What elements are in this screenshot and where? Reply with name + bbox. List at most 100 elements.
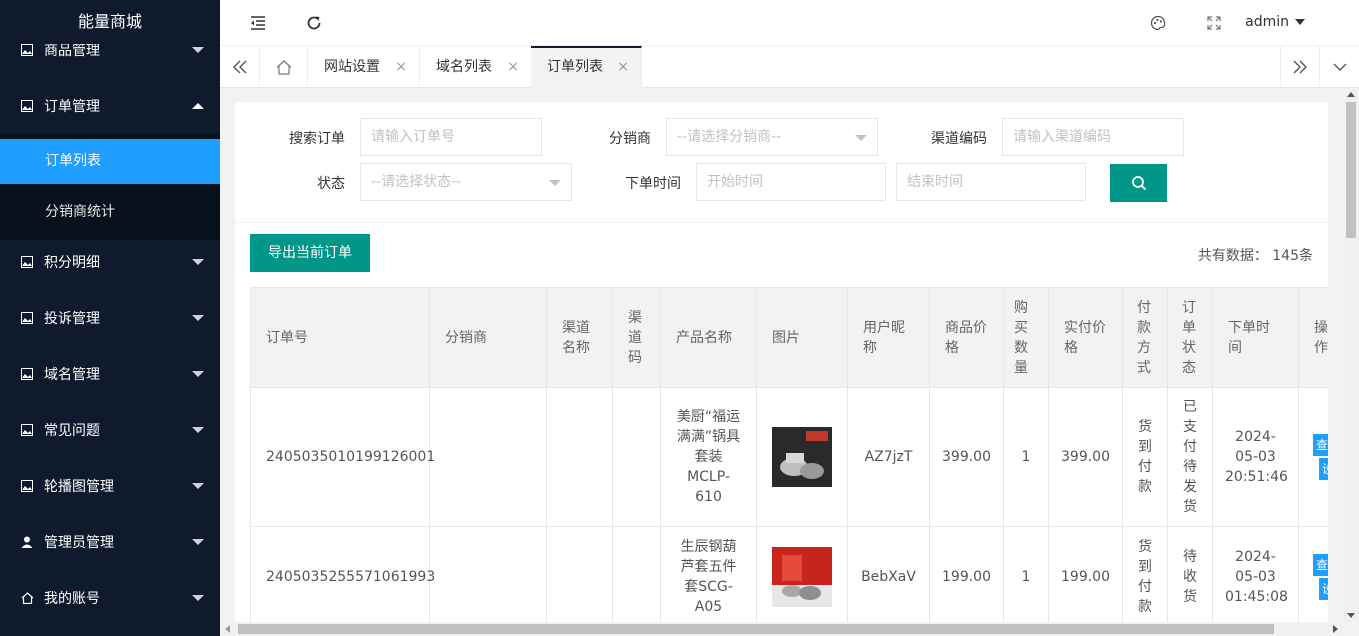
sidebar-item-complaints[interactable]: 投诉管理 <box>0 290 220 346</box>
sidebar-item-my-account[interactable]: 我的账号 <box>0 570 220 626</box>
sidebar-subitem-order-list[interactable]: 订单列表 <box>0 139 220 184</box>
scroll-up-icon[interactable] <box>1347 92 1355 97</box>
actions-cell: 查看 设置 <box>1298 387 1328 527</box>
column-header: 订单号 <box>250 287 430 388</box>
sidebar-item-orders[interactable]: 订单管理 <box>0 78 220 134</box>
tab-bar: 网站设置 × 域名列表 × 订单列表 × <box>220 46 1359 88</box>
view-button[interactable]: 查看 <box>1313 553 1328 576</box>
quantity-cell: 1 <box>1003 387 1049 527</box>
order-time-cell: 2024-05-03 20:51:46 <box>1212 387 1299 527</box>
sidebar-item-admins[interactable]: 管理员管理 <box>0 514 220 570</box>
distributor-select-placeholder: --请选择分销商-- <box>677 129 782 145</box>
close-icon[interactable]: × <box>395 46 407 88</box>
order-status-cell: 待收货 <box>1167 526 1213 622</box>
settings-button[interactable]: 设置 <box>1319 577 1328 600</box>
distributor-select[interactable]: --请选择分销商-- <box>666 118 878 156</box>
search-order-label: 搜索订单 <box>289 131 345 147</box>
column-header: 付款方式 <box>1122 287 1168 388</box>
order-status-cell: 已支付待发货 <box>1167 387 1213 527</box>
app-logo-title: 能量商城 <box>0 0 220 44</box>
chevron-up-icon <box>192 103 204 109</box>
tab-domain-list[interactable]: 域名列表 × <box>420 46 532 88</box>
distributor-cell <box>429 526 547 622</box>
order-list-panel: 搜索订单 请输入订单号 分销商 --请选择分销商-- 渠道编码 请输入渠道编码 … <box>235 102 1328 622</box>
search-button[interactable] <box>1110 164 1167 202</box>
table-header-row: 订单号 分销商 渠道名称 渠道码 产品名称 图片 用户昵称 商品价格 购买数量 … <box>250 287 1328 388</box>
vertical-scrollbar[interactable] <box>1343 88 1359 622</box>
product-name-cell: 生辰钢葫芦套五件套SCG-A05 <box>660 526 757 622</box>
tab-site-settings[interactable]: 网站设置 × <box>308 46 420 88</box>
nickname-cell: AZ7jzT <box>847 387 930 527</box>
sidebar-item-carousel[interactable]: 轮播图管理 <box>0 458 220 514</box>
end-time-input[interactable]: 结束时间 <box>896 163 1086 201</box>
divider <box>235 222 1328 223</box>
product-image-cell <box>756 387 848 527</box>
horizontal-scrollbar[interactable] <box>220 622 1343 636</box>
channel-name-cell <box>546 387 613 527</box>
horizontal-scroll-thumb[interactable] <box>238 624 1274 634</box>
column-header: 实付价格 <box>1048 287 1123 388</box>
channel-code-input[interactable]: 请输入渠道编码 <box>1002 118 1184 156</box>
channel-code-cell <box>612 526 661 622</box>
payment-method-cell: 货到付款 <box>1122 387 1168 527</box>
actions-cell: 查看 设置 <box>1298 526 1328 622</box>
tab-home-icon[interactable] <box>260 46 308 88</box>
theme-palette-icon[interactable] <box>1147 12 1169 34</box>
image-icon <box>20 479 34 493</box>
tab-label: 域名列表 <box>436 59 492 75</box>
sidebar-item-label: 管理员管理 <box>44 535 114 551</box>
product-thumbnail[interactable] <box>772 546 832 607</box>
sidebar-subitem-distributor-stats[interactable]: 分销商统计 <box>0 184 220 240</box>
product-name-cell: 美厨“福运满满”锅具套装MCLP-610 <box>660 387 757 527</box>
fullscreen-icon[interactable] <box>1203 12 1225 34</box>
orders-submenu: 订单列表 分销商统计 <box>0 134 220 240</box>
chevron-down-icon <box>192 315 204 321</box>
view-button[interactable]: 查看 <box>1313 434 1328 456</box>
sidebar-item-label: 订单管理 <box>44 99 100 115</box>
table-row: 2405035255571061993 生辰钢葫芦套五件套SCG-A05 Beb… <box>250 526 1328 622</box>
chevron-down-icon <box>855 135 867 141</box>
export-orders-button[interactable]: 导出当前订单 <box>250 234 370 272</box>
vertical-scroll-thumb[interactable] <box>1346 102 1356 238</box>
nickname-cell: BebXaV <box>847 526 930 622</box>
order-number-cell: 2405035255571061993 <box>250 526 435 622</box>
scroll-down-icon[interactable] <box>1347 613 1355 618</box>
caret-down-icon <box>1295 19 1305 25</box>
chevron-down-icon <box>192 259 204 265</box>
order-number-input[interactable]: 请输入订单号 <box>360 118 542 156</box>
product-thumbnail[interactable] <box>772 427 832 487</box>
close-icon[interactable]: × <box>507 46 519 88</box>
column-header: 产品名称 <box>660 287 757 388</box>
chevron-down-icon <box>192 483 204 489</box>
scroll-left-icon[interactable] <box>225 625 230 633</box>
channel-code-label: 渠道编码 <box>931 131 987 147</box>
column-header: 操作 <box>1298 287 1328 388</box>
sidebar-item-domains[interactable]: 域名管理 <box>0 346 220 402</box>
close-icon[interactable]: × <box>617 48 629 86</box>
sidebar-item-points[interactable]: 积分明细 <box>0 234 220 290</box>
chevron-down-icon <box>192 427 204 433</box>
menu-fold-icon[interactable] <box>247 12 269 34</box>
scroll-right-icon[interactable] <box>1333 625 1338 633</box>
chevron-down-icon <box>192 371 204 377</box>
sidebar-item-faq[interactable]: 常见问题 <box>0 402 220 458</box>
user-menu[interactable]: admin <box>1245 14 1305 30</box>
sidebar-item-label: 常见问题 <box>44 423 100 439</box>
tab-label: 网站设置 <box>324 59 380 75</box>
distributor-label: 分销商 <box>609 131 651 147</box>
image-icon <box>20 423 34 437</box>
start-time-input[interactable]: 开始时间 <box>696 163 886 201</box>
refresh-icon[interactable] <box>303 12 325 34</box>
quantity-cell: 1 <box>1003 526 1049 622</box>
channel-code-cell <box>612 387 661 527</box>
sidebar: 能量商城 商品管理 订单管理 订单列表 分销商统计 积分明细 投诉管理 域名管理… <box>0 0 220 636</box>
tabs-scroll-left-icon[interactable] <box>220 46 260 88</box>
tab-order-list[interactable]: 订单列表 × <box>531 46 642 88</box>
image-icon <box>20 99 34 113</box>
tabs-scroll-right-icon[interactable] <box>1280 46 1320 88</box>
status-select[interactable]: --请选择状态-- <box>360 163 572 201</box>
column-header: 用户昵称 <box>847 287 930 388</box>
tabs-dropdown-icon[interactable] <box>1320 46 1359 88</box>
sidebar-item-label: 积分明细 <box>44 255 100 271</box>
settings-button[interactable]: 设置 <box>1319 458 1328 480</box>
